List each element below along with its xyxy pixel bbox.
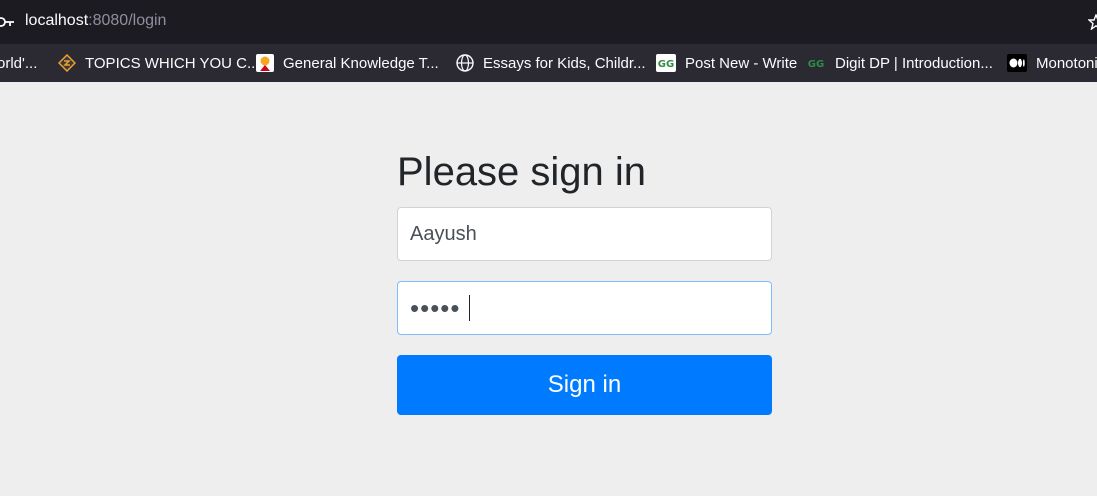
bookmark-label: Digit DP | Introduction... bbox=[835, 54, 993, 72]
bookmark-item-digit-dp[interactable]: GG Digit DP | Introduction... bbox=[806, 44, 993, 82]
bookmark-item-general-knowledge[interactable]: General Knowledge T... bbox=[256, 44, 439, 82]
globe-icon bbox=[456, 54, 474, 72]
page-title: Please sign in bbox=[397, 150, 647, 194]
geeksforgeeks-icon: GG bbox=[656, 54, 676, 72]
url-host: localhost bbox=[25, 12, 89, 29]
svg-text:GG: GG bbox=[808, 59, 824, 69]
svg-text:GG: GG bbox=[658, 59, 674, 69]
general-knowledge-icon bbox=[256, 54, 274, 72]
bookmark-label: TOPICS WHICH YOU C... bbox=[85, 54, 260, 72]
bookmark-label: orld'... bbox=[0, 54, 38, 72]
browser-address-bar[interactable]: localhost:8080/login bbox=[0, 0, 1097, 44]
bookmark-label: Post New - Write bbox=[685, 54, 798, 72]
bookmarks-bar: orld'... TOPICS WHICH YOU C... General K… bbox=[0, 44, 1097, 82]
topics-icon bbox=[58, 54, 76, 72]
bookmark-label: General Knowledge T... bbox=[283, 54, 439, 72]
url-text[interactable]: localhost:8080/login bbox=[25, 12, 166, 30]
text-caret bbox=[469, 295, 470, 321]
bookmark-item-post-new[interactable]: GG Post New - Write bbox=[656, 44, 797, 82]
medium-icon bbox=[1007, 54, 1027, 72]
bookmark-item-world[interactable]: orld'... bbox=[0, 44, 37, 82]
key-icon[interactable] bbox=[0, 14, 14, 30]
url-path: :8080/login bbox=[88, 12, 167, 29]
password-input[interactable] bbox=[397, 281, 772, 335]
bookmark-label: Essays for Kids, Childr... bbox=[483, 54, 646, 72]
geeksforgeeks-icon: GG bbox=[806, 54, 826, 72]
bookmark-item-topics[interactable]: TOPICS WHICH YOU C... bbox=[58, 44, 259, 82]
bookmark-item-monotonic[interactable]: Monotoni bbox=[1007, 44, 1097, 82]
bookmark-label: Monotoni bbox=[1036, 54, 1097, 72]
username-input[interactable] bbox=[397, 207, 772, 261]
bookmark-star-icon[interactable] bbox=[1088, 14, 1097, 30]
bookmark-item-essays[interactable]: Essays for Kids, Childr... bbox=[456, 44, 646, 82]
sign-in-button[interactable]: Sign in bbox=[397, 355, 772, 415]
